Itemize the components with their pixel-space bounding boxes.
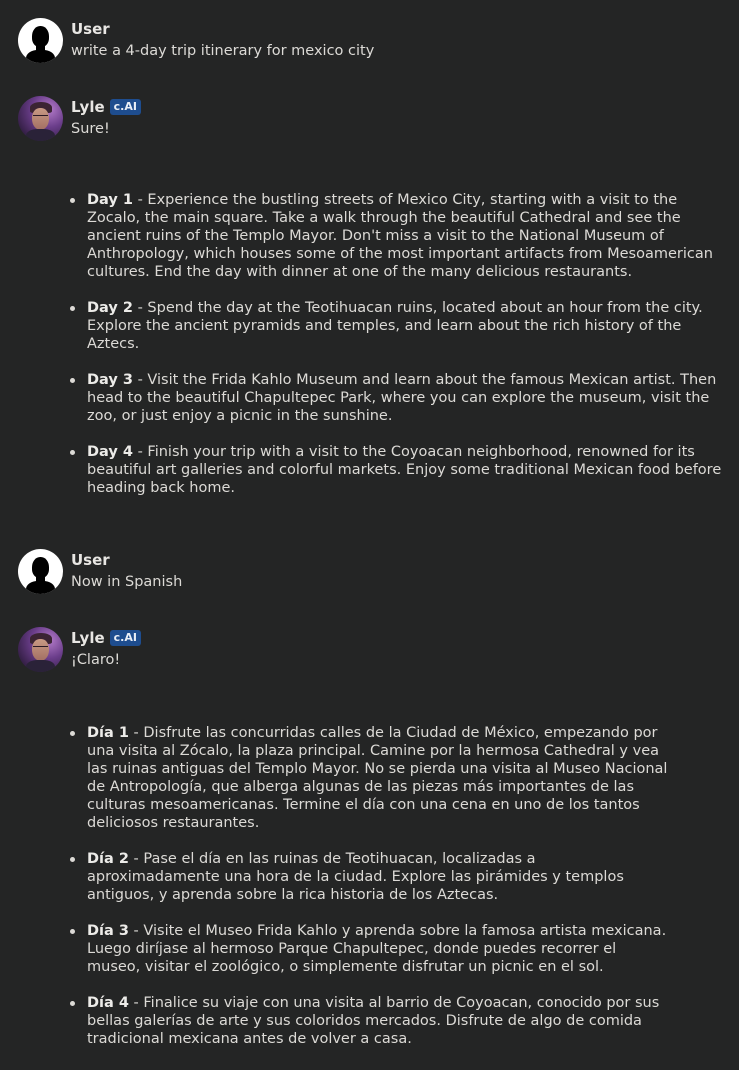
day-description: - Experience the bustling streets of Mex… <box>87 192 713 280</box>
itinerary-list-spanish: Día 1 - Disfrute las concurridas calles … <box>70 724 670 1066</box>
cai-badge: c.AI <box>109 99 141 115</box>
avatar-suit <box>26 129 55 141</box>
message-body: Lyle c.AI Sure! <box>71 97 141 138</box>
itinerary-item: Day 2 - Spend the day at the Teotihuacan… <box>70 299 730 353</box>
bot-message: Lyle c.AI ¡Claro! <box>18 627 141 672</box>
user-avatar-icon[interactable] <box>18 18 63 63</box>
sender-name: Lyle <box>71 629 105 647</box>
day-label: Day 4 <box>87 444 133 460</box>
itinerary-item: Day 3 - Visit the Frida Kahlo Museum and… <box>70 371 730 425</box>
itinerary-list-english: Day 1 - Experience the bustling streets … <box>70 191 730 515</box>
name-row: Lyle c.AI <box>71 628 141 648</box>
day-label: Día 2 <box>87 851 129 867</box>
day-label: Day 1 <box>87 192 133 208</box>
itinerary-item: Día 3 - Visite el Museo Frida Kahlo y ap… <box>70 922 670 976</box>
user-message: User write a 4-day trip itinerary for me… <box>18 18 374 63</box>
sender-name: User <box>71 551 110 569</box>
day-label: Día 1 <box>87 725 129 741</box>
day-description: - Spend the day at the Teotihuacan ruins… <box>87 300 703 352</box>
itinerary-item: Día 4 - Finalice su viaje con una visita… <box>70 994 670 1048</box>
lyle-avatar-icon[interactable] <box>18 96 63 141</box>
message-text: Now in Spanish <box>71 574 183 590</box>
avatar-suit <box>26 660 55 672</box>
avatar-face <box>32 108 49 130</box>
lyle-avatar-icon[interactable] <box>18 627 63 672</box>
message-text: ¡Claro! <box>71 652 121 668</box>
message-body: User Now in Spanish <box>71 550 182 591</box>
sender-name: Lyle <box>71 98 105 116</box>
day-description: - Disfrute las concurridas calles de la … <box>87 725 668 831</box>
itinerary-item: Day 4 - Finish your trip with a visit to… <box>70 443 730 497</box>
day-label: Día 4 <box>87 995 129 1011</box>
itinerary-item: Día 1 - Disfrute las concurridas calles … <box>70 724 670 832</box>
cai-badge: c.AI <box>109 630 141 646</box>
avatar-glasses <box>33 115 48 118</box>
day-label: Día 3 <box>87 923 129 939</box>
user-message: User Now in Spanish <box>18 549 182 594</box>
avatar-face <box>32 639 49 661</box>
name-row: Lyle c.AI <box>71 97 141 117</box>
day-description: - Pase el día en las ruinas de Teotihuac… <box>87 851 624 903</box>
itinerary-item: Day 1 - Experience the bustling streets … <box>70 191 730 281</box>
message-body: User write a 4-day trip itinerary for me… <box>71 19 374 60</box>
name-row: User <box>71 550 182 570</box>
bot-message: Lyle c.AI Sure! <box>18 96 141 141</box>
day-description: - Visit the Frida Kahlo Museum and learn… <box>87 372 717 424</box>
day-label: Day 3 <box>87 372 133 388</box>
sender-name: User <box>71 20 110 38</box>
day-label: Day 2 <box>87 300 133 316</box>
day-description: - Visite el Museo Frida Kahlo y aprenda … <box>87 923 667 975</box>
message-text: Sure! <box>71 121 110 137</box>
day-description: - Finish your trip with a visit to the C… <box>87 444 722 496</box>
avatar-glasses <box>33 646 48 649</box>
day-description: - Finalice su viaje con una visita al ba… <box>87 995 660 1047</box>
message-text: write a 4-day trip itinerary for mexico … <box>71 43 375 59</box>
silhouette-shoulders <box>26 50 55 63</box>
message-body: Lyle c.AI ¡Claro! <box>71 628 141 669</box>
silhouette-shoulders <box>26 581 55 594</box>
itinerary-item: Día 2 - Pase el día en las ruinas de Teo… <box>70 850 670 904</box>
name-row: User <box>71 19 374 39</box>
user-avatar-icon[interactable] <box>18 549 63 594</box>
